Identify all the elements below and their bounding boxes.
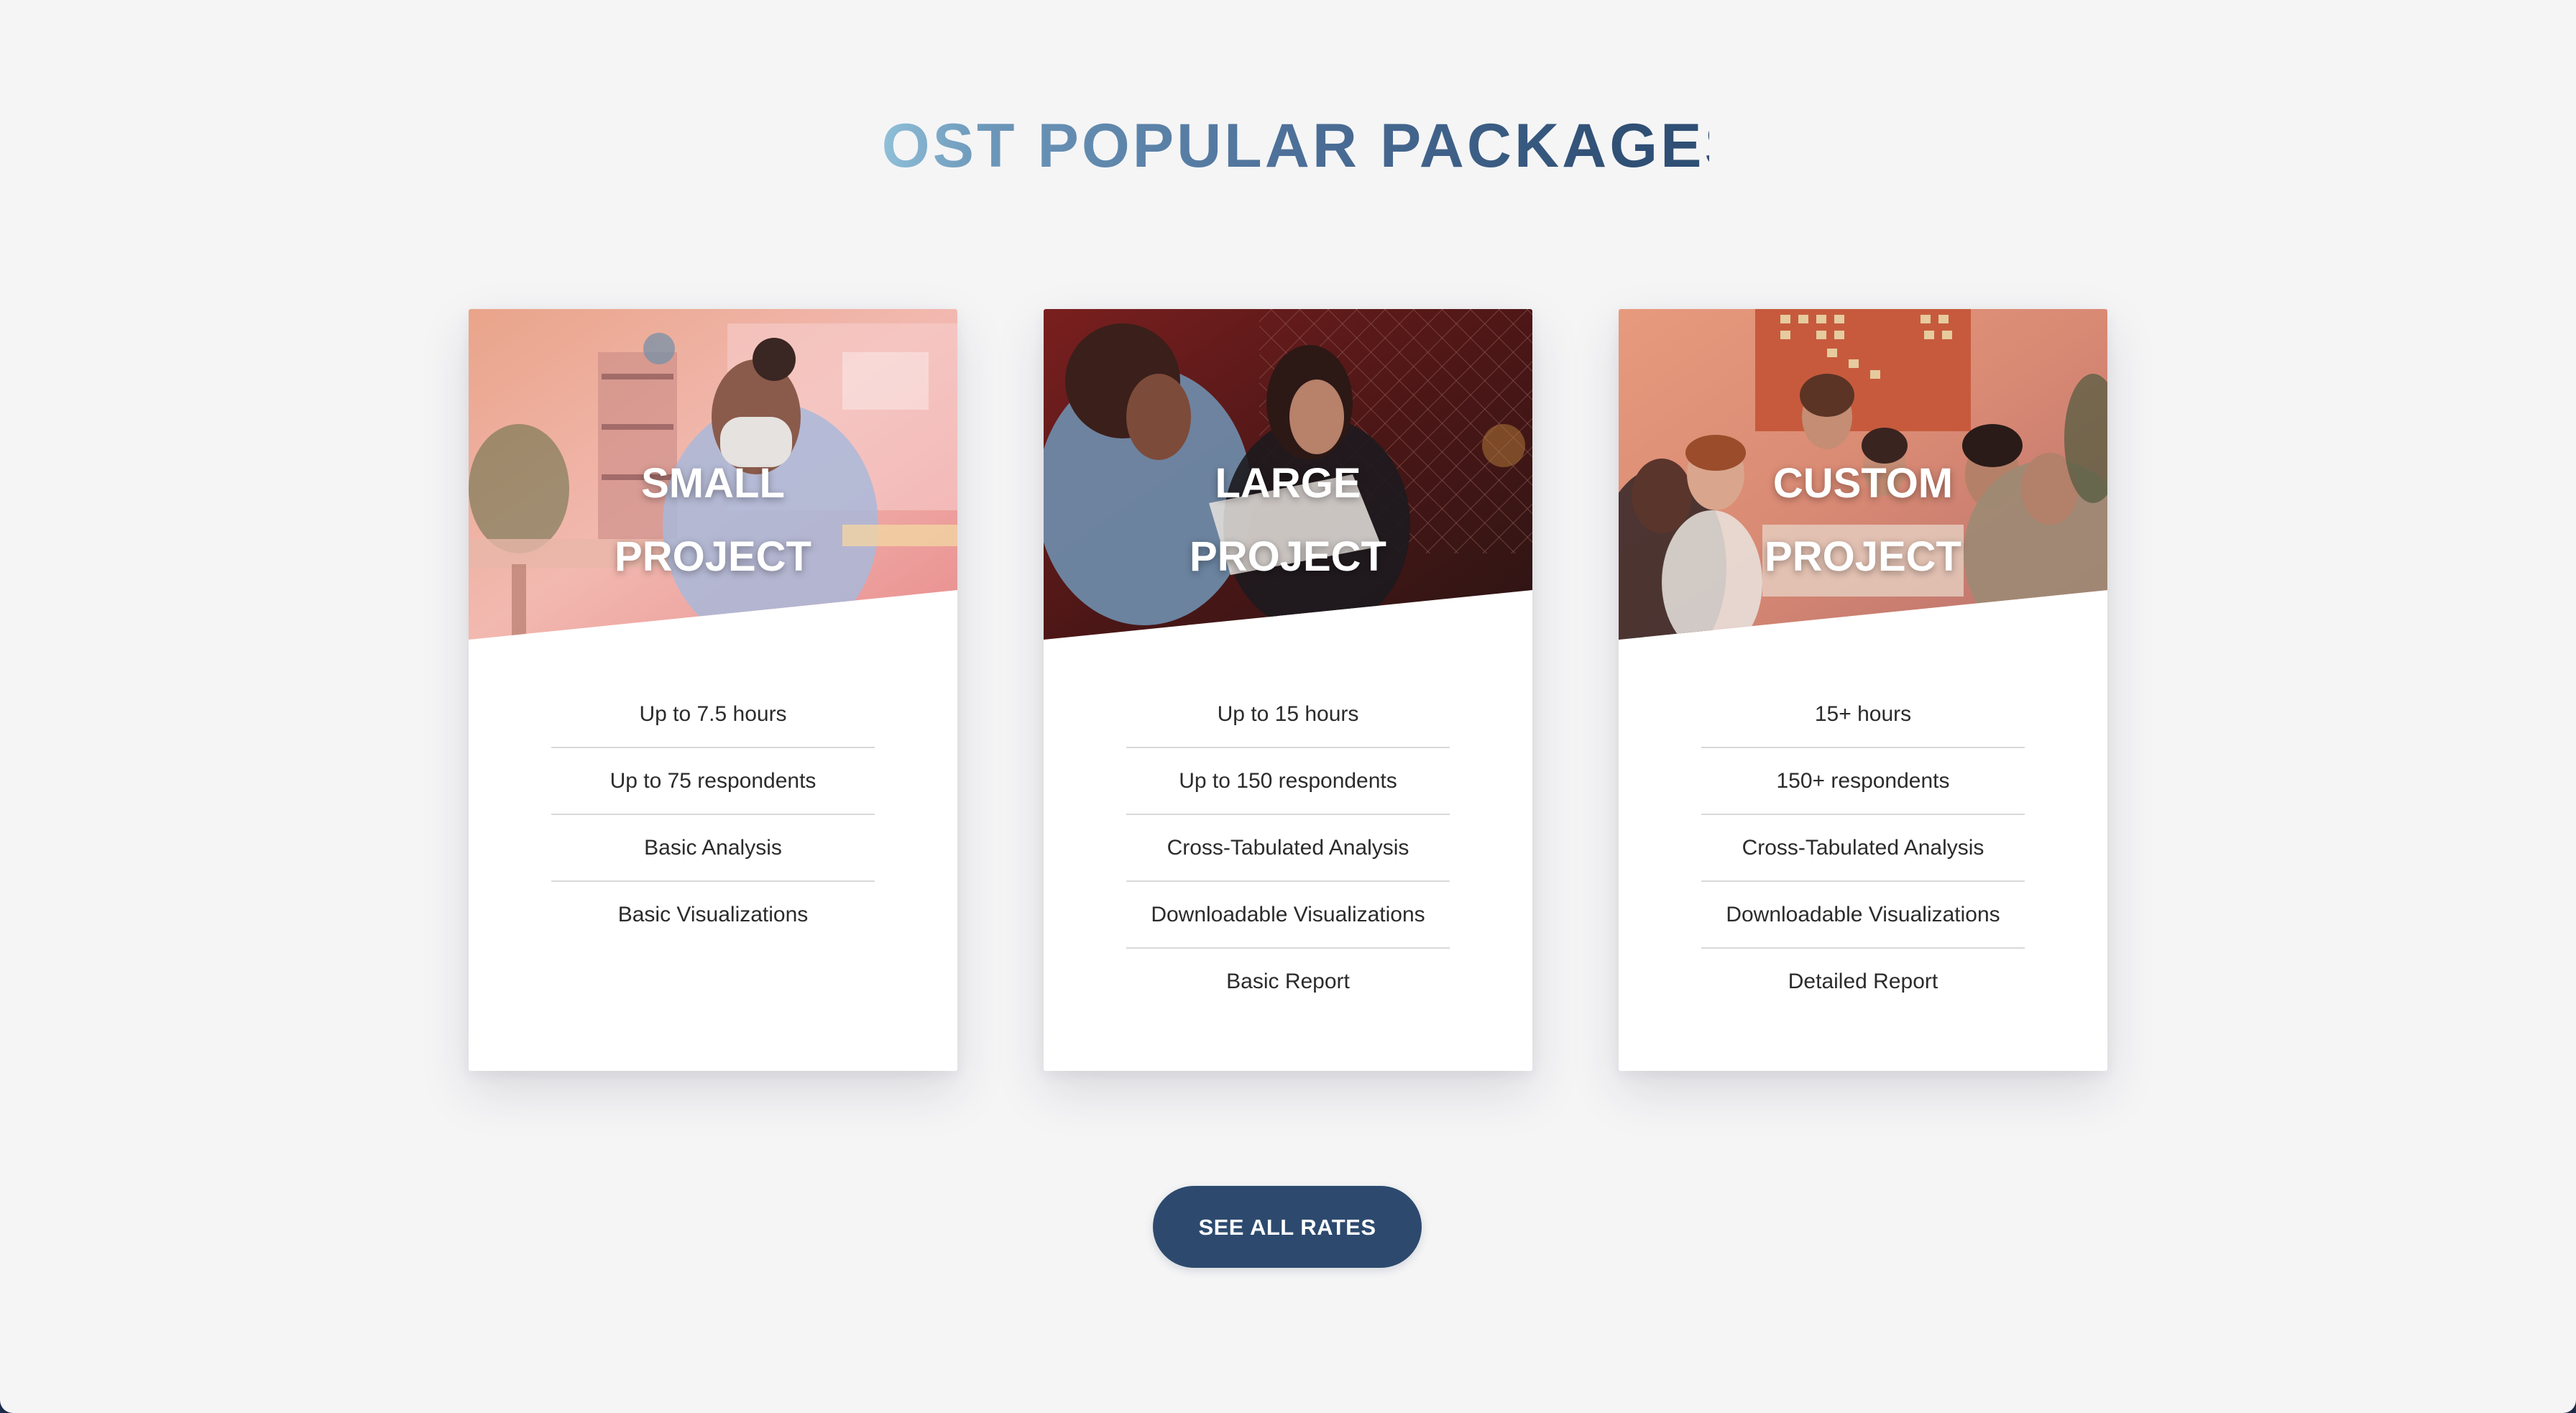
feature-item: 150+ respondents — [1701, 748, 2025, 815]
feature-item: 15+ hours — [1701, 681, 2025, 748]
feature-item: Up to 75 respondents — [551, 748, 875, 815]
feature-item: Basic Analysis — [551, 815, 875, 882]
feature-list: 15+ hours 150+ respondents Cross-Tabulated… — [1701, 681, 2025, 1014]
feature-item: Up to 150 respondents — [1126, 748, 1450, 815]
section-title: MOST POPULAR PACKAGES — [0, 106, 2576, 185]
packages-section: MOST POPULAR PACKAGES SMALL PROJECT Up t… — [0, 0, 2576, 1413]
package-card-small[interactable]: SMALL PROJECT Up to 7.5 hours Up to 75 re… — [469, 309, 957, 1071]
package-card-large[interactable]: LARGE PROJECT Up to 15 hours Up to 150 re… — [1044, 309, 1532, 1071]
package-title: SMALL PROJECT — [615, 460, 811, 580]
package-title: LARGE PROJECT — [1190, 460, 1386, 580]
feature-item: Detailed Report — [1788, 970, 1938, 993]
feature-item: Downloadable Visualizations — [1701, 882, 2025, 949]
see-all-rates-button[interactable]: SEE ALL RATES — [1153, 1186, 1422, 1268]
feature-list: Up to 7.5 hours Up to 75 respondents Basic… — [551, 681, 875, 947]
feature-item: Up to 7.5 hours — [551, 681, 875, 748]
feature-item: Cross-Tabulated Analysis — [1126, 815, 1450, 882]
feature-list: Up to 15 hours Up to 150 respondents Cross… — [1126, 681, 1450, 1014]
feature-item: Up to 15 hours — [1126, 681, 1450, 748]
package-card-custom[interactable]: CUSTOM PROJECT 15+ hours 150+ respondents… — [1619, 309, 2107, 1071]
feature-item: Downloadable Visualizations — [1126, 882, 1450, 949]
feature-item: Cross-Tabulated Analysis — [1701, 815, 2025, 882]
feature-item: Basic Visualizations — [617, 903, 809, 926]
feature-item: Basic Report — [1226, 970, 1350, 993]
package-title: CUSTOM PROJECT — [1765, 460, 1961, 580]
